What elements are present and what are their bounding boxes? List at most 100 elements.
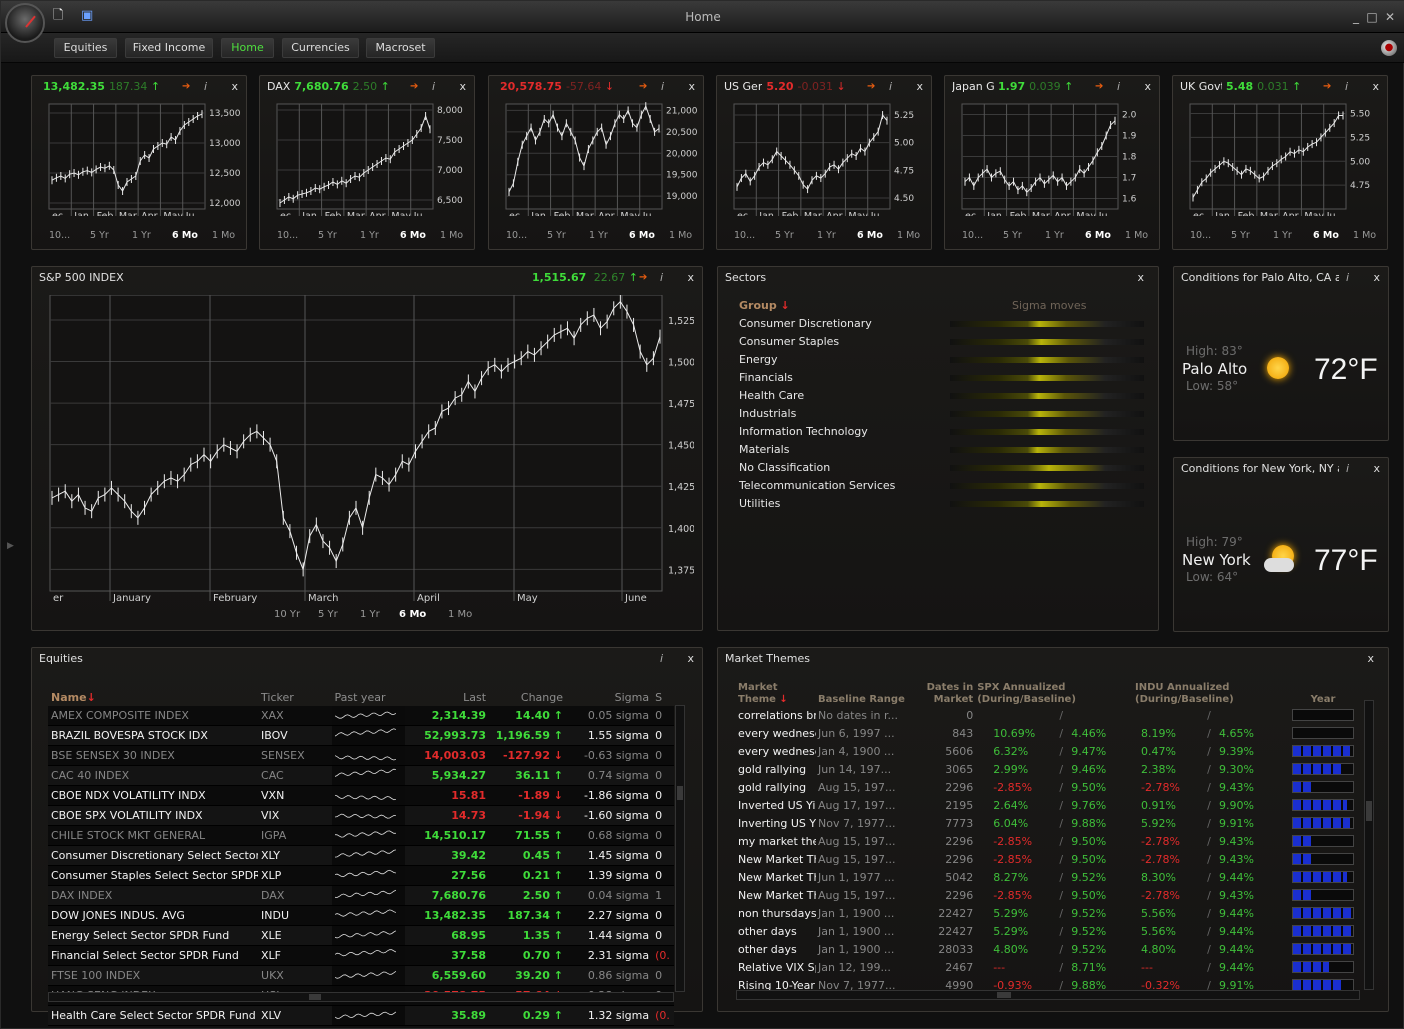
range-tab[interactable]: 1 Mo xyxy=(1125,230,1148,241)
close-icon[interactable]: x xyxy=(687,267,694,289)
sector-name[interactable]: Consumer Staples xyxy=(739,335,839,348)
table-row[interactable]: CHILE STOCK MKT GENERAL IGPA 14,510.17 71.5… xyxy=(48,825,674,846)
range-tab[interactable]: 1 Yr xyxy=(132,230,151,241)
close-icon[interactable]: ✕ xyxy=(1383,10,1397,24)
table-row[interactable]: BSE SENSEX 30 INDEX SENSEX 14,003.03 -127.9… xyxy=(48,745,674,766)
table-row[interactable]: CBOE NDX VOLATILITY INDX VXN 15.81 -1.89 ↓ -… xyxy=(48,785,674,806)
sector-name[interactable]: Financials xyxy=(739,371,793,384)
range-tab[interactable]: 6 Mo xyxy=(629,230,655,241)
column-header[interactable]: INDU Annualized (During/Baseline) xyxy=(1133,676,1290,706)
tab-equities[interactable]: Equities xyxy=(54,38,117,58)
globe-icon[interactable]: ● xyxy=(1381,40,1397,56)
range-tab[interactable]: 1 Yr xyxy=(360,609,381,620)
table-row[interactable]: New Market TheAug 15, 197... 2296 -2.85%/9… xyxy=(736,850,1356,868)
column-header[interactable]: SPX Annualized (During/Baseline) xyxy=(975,676,1133,706)
table-row[interactable]: Consumer Discretionary Select Sector SPD… xyxy=(48,845,674,866)
gauge-icon[interactable] xyxy=(5,3,45,43)
table-row[interactable]: Inverted US Yie Aug 17, 197... 2195 2.64%/9… xyxy=(736,796,1356,814)
table-row[interactable]: Energy Select Sector SPDR Fund XLE 68.95 1.… xyxy=(48,925,674,946)
info-icon[interactable]: i xyxy=(1346,267,1349,289)
info-icon[interactable]: i xyxy=(660,648,663,670)
column-header[interactable]: Past year xyxy=(332,688,406,706)
horizontal-scrollbar[interactable] xyxy=(48,992,674,1002)
sector-name[interactable]: No Classification xyxy=(739,461,830,474)
range-tab[interactable]: 6 Mo xyxy=(400,230,426,241)
column-header[interactable]: Ticker xyxy=(258,688,332,706)
table-row[interactable]: Inverting US YieNov 7, 1977... 7773 6.04%/… xyxy=(736,814,1356,832)
table-row[interactable]: every wednesd Jan 4, 1900 ... 5606 6.32%/9.… xyxy=(736,742,1356,760)
table-row[interactable]: non thursdays Jan 1, 1900 ... 22427 5.29%/9… xyxy=(736,904,1356,922)
sector-name[interactable]: Materials xyxy=(739,443,789,456)
column-header[interactable]: Sigma xyxy=(566,688,652,706)
close-icon[interactable]: x xyxy=(1373,458,1380,480)
close-icon[interactable]: x xyxy=(687,648,694,670)
arrow-right-icon[interactable]: ➔ xyxy=(639,267,647,289)
table-row[interactable]: Consumer Staples Select Sector SPDR Fund… xyxy=(48,865,674,886)
vertical-scrollbar[interactable] xyxy=(1364,700,1374,990)
tab-home[interactable]: Home xyxy=(221,38,274,58)
table-row[interactable]: every wednesd Jun 6, 1997 ... 843 10.69%/4.… xyxy=(736,724,1356,742)
minimize-icon[interactable]: _ xyxy=(1349,10,1363,24)
close-icon[interactable]: x xyxy=(1373,267,1380,289)
range-tab[interactable]: 5 Yr xyxy=(775,230,794,241)
tab-currencies[interactable]: Currencies xyxy=(282,38,359,58)
table-row[interactable]: gold rallying Aug 15, 197... 2296 -2.85%/9.… xyxy=(736,778,1356,796)
sector-name[interactable]: Energy xyxy=(739,353,778,366)
table-row[interactable]: Relative VIX SpiJan 12, 199... 2467 ---/8.… xyxy=(736,958,1356,976)
column-header[interactable]: Market Theme ↓ xyxy=(736,676,816,706)
range-tab[interactable]: 6 Mo xyxy=(1313,230,1339,241)
column-header[interactable]: S xyxy=(652,688,674,706)
table-row[interactable]: New Market TheJun 1, 1977 ... 5042 8.27%/9… xyxy=(736,868,1356,886)
column-header[interactable]: Baseline Range xyxy=(816,676,918,706)
range-tab[interactable]: 5 Yr xyxy=(318,609,339,620)
range-tab[interactable]: 1 Yr xyxy=(360,230,379,241)
table-row[interactable]: Financial Select Sector SPDR Fund XLF 37.5… xyxy=(48,945,674,966)
range-tab[interactable]: 1 Mo xyxy=(669,230,692,241)
range-tab[interactable]: 5 Yr xyxy=(1003,230,1022,241)
table-row[interactable]: FTSE 100 INDEX UKX 6,559.60 39.20 ↑ 0.86 sig… xyxy=(48,965,674,986)
group-header[interactable]: Group ↓ xyxy=(739,299,790,312)
range-tab[interactable]: 6 Mo xyxy=(857,230,883,241)
sector-name[interactable]: Telecommunication Services xyxy=(739,479,895,492)
info-icon[interactable]: i xyxy=(660,267,663,289)
info-icon[interactable]: i xyxy=(1346,458,1349,480)
table-row[interactable]: my market ther Aug 15, 197... 2296 -2.85%/9… xyxy=(736,832,1356,850)
sector-name[interactable]: Information Technology xyxy=(739,425,868,438)
range-tab[interactable]: 1 Yr xyxy=(589,230,608,241)
range-tab[interactable]: 10... xyxy=(1190,230,1211,241)
range-tab[interactable]: 5 Yr xyxy=(1231,230,1250,241)
range-tab[interactable]: 10... xyxy=(734,230,755,241)
collapse-handle-icon[interactable]: ▶ xyxy=(7,541,14,551)
column-header[interactable]: Change xyxy=(489,688,566,706)
range-tab[interactable]: 5 Yr xyxy=(547,230,566,241)
horizontal-scrollbar[interactable] xyxy=(736,990,1360,1000)
table-row[interactable]: gold rallying Jun 14, 197... 3065 2.99%/9.4… xyxy=(736,760,1356,778)
range-tab[interactable]: 10... xyxy=(962,230,983,241)
table-row[interactable]: CBOE SPX VOLATILITY INDX VIX 14.73 -1.94 ↓ -… xyxy=(48,805,674,826)
range-tab[interactable]: 10... xyxy=(49,230,70,241)
vertical-scrollbar[interactable] xyxy=(675,705,685,992)
table-row[interactable]: BRAZIL BOVESPA STOCK IDX IBOV 52,993.73 1,1… xyxy=(48,725,674,746)
table-row[interactable]: New Market TheAug 15, 197... 2296 -2.85%/9… xyxy=(736,886,1356,904)
tab-macroset[interactable]: Macroset xyxy=(366,38,435,58)
sector-name[interactable]: Industrials xyxy=(739,407,796,420)
table-row[interactable]: other days Jan 1, 1900 ... 28033 4.80%/9.52… xyxy=(736,940,1356,958)
maximize-icon[interactable]: □ xyxy=(1365,10,1379,24)
sector-name[interactable]: Health Care xyxy=(739,389,804,402)
range-tab[interactable]: 1 Mo xyxy=(1353,230,1376,241)
range-tab[interactable]: 5 Yr xyxy=(90,230,109,241)
table-row[interactable]: AMEX COMPOSITE INDEX XAX 2,314.39 14.40 ↑ 0.… xyxy=(48,706,674,726)
table-row[interactable]: CAC 40 INDEX CAC 5,934.27 36.11 ↑ 0.74 sigma… xyxy=(48,765,674,786)
range-tab[interactable]: 1 Yr xyxy=(1045,230,1064,241)
range-tab[interactable]: 10... xyxy=(277,230,298,241)
table-row[interactable]: DOW JONES INDUS. AVG INDU 13,482.35 187.34 … xyxy=(48,905,674,926)
sector-name[interactable]: Utilities xyxy=(739,497,780,510)
table-row[interactable]: other days Jan 1, 1900 ... 22427 5.29%/9.52… xyxy=(736,922,1356,940)
range-tab[interactable]: 6 Mo xyxy=(1085,230,1111,241)
table-row[interactable]: correlations bro No dates in r... 0 / / xyxy=(736,706,1356,724)
table-row[interactable]: DAX INDEX DAX 7,680.76 2.50 ↑ 0.04 sigma 1 xyxy=(48,885,674,906)
range-tab[interactable]: 10 Yr xyxy=(274,609,301,620)
range-tab[interactable]: 1 Mo xyxy=(897,230,920,241)
column-header[interactable]: Last xyxy=(405,688,489,706)
tab-fixed-income[interactable]: Fixed Income xyxy=(125,38,213,58)
